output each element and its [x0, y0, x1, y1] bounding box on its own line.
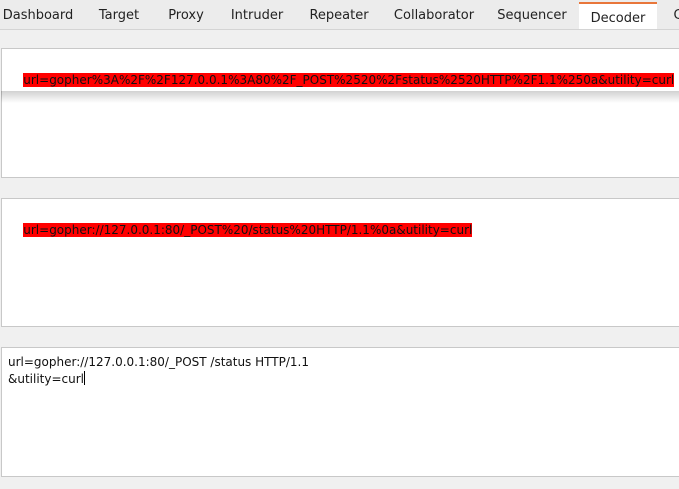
selected-text: url=gopher://127.0.0.1:80/_POST%20/statu…	[23, 223, 473, 237]
tab-decoder[interactable]: Decoder	[579, 2, 657, 29]
decoder-output-text-2[interactable]: url=gopher://127.0.0.1:80/_POST /status …	[8, 354, 309, 388]
tab-target[interactable]: Target	[88, 0, 150, 29]
decoder-input-panel[interactable]: url=gopher%3A%2F%2F127.0.0.1%3A80%2F_POS…	[1, 48, 679, 178]
tab-sequencer[interactable]: Sequencer	[492, 0, 572, 29]
decoded-line-1: url=gopher://127.0.0.1:80/_POST /status …	[8, 355, 309, 369]
decoder-input-text[interactable]: url=gopher%3A%2F%2F127.0.0.1%3A80%2F_POS…	[8, 55, 675, 106]
tab-repeater[interactable]: Repeater	[302, 0, 376, 29]
tab-overflow[interactable]: C	[668, 0, 679, 29]
decoder-output-panel-1[interactable]: url=gopher://127.0.0.1:80/_POST%20/statu…	[1, 198, 679, 327]
tab-proxy[interactable]: Proxy	[160, 0, 212, 29]
selected-text: url=gopher%3A%2F%2F127.0.0.1%3A80%2F_POS…	[23, 73, 675, 87]
text-cursor	[84, 371, 86, 385]
tab-intruder[interactable]: Intruder	[224, 0, 290, 29]
decoder-output-text-1[interactable]: url=gopher://127.0.0.1:80/_POST%20/statu…	[8, 205, 473, 256]
tab-collaborator[interactable]: Collaborator	[388, 0, 480, 29]
tab-bar: Dashboard Target Proxy Intruder Repeater…	[0, 0, 679, 30]
decoder-output-panel-2[interactable]: url=gopher://127.0.0.1:80/_POST /status …	[1, 347, 679, 477]
tab-dashboard[interactable]: Dashboard	[0, 0, 76, 29]
decoded-line-2: &utility=curl	[8, 372, 85, 386]
